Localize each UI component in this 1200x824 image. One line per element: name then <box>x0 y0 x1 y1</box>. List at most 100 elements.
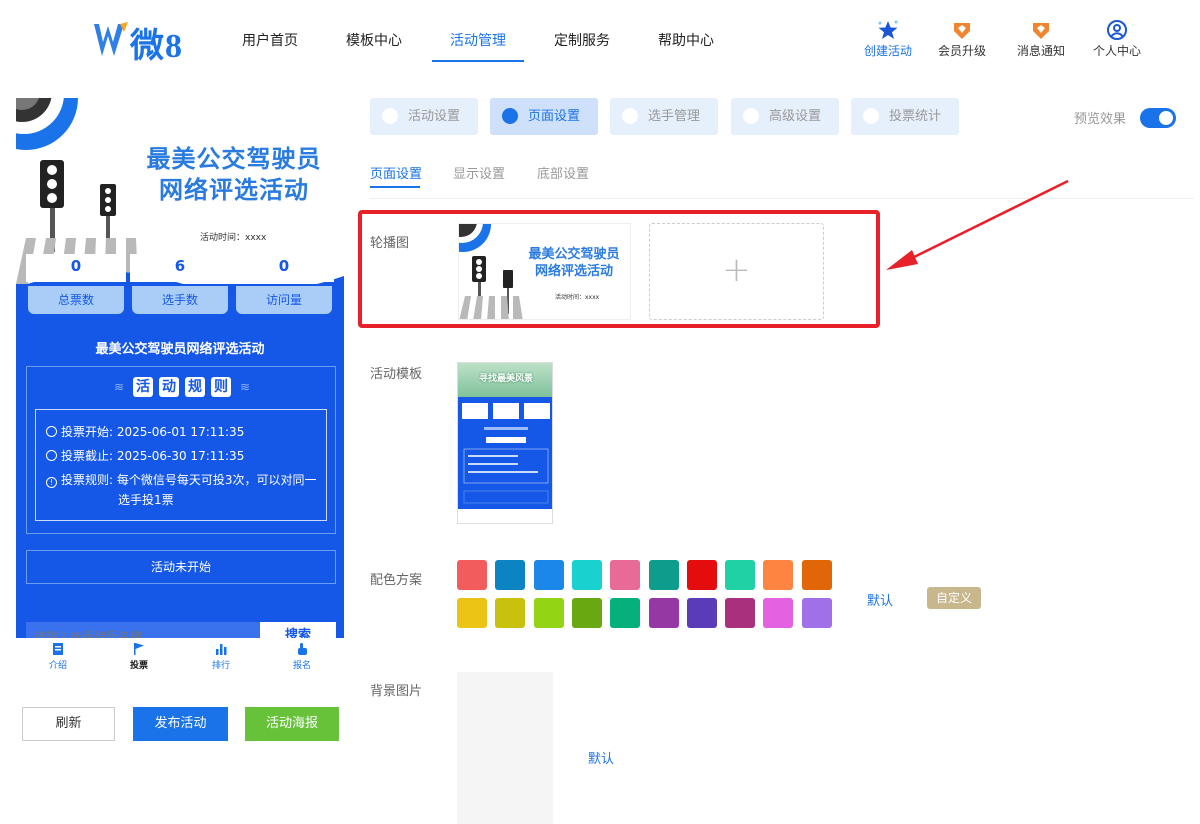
activity-settings-icon <box>382 108 398 124</box>
member-upgrade-button[interactable]: 会员升级 <box>932 20 992 64</box>
color-swatch[interactable] <box>725 560 756 590</box>
color-swatch[interactable] <box>686 598 717 628</box>
nav-custom-service[interactable]: 定制服务 <box>554 30 610 50</box>
color-swatch[interactable] <box>533 560 564 590</box>
banner-title: 最美公交驾驶员 网络评选活动 <box>134 144 334 206</box>
color-swatch[interactable] <box>457 598 487 628</box>
advanced-settings-icon <box>743 108 759 124</box>
subtab-footer-settings[interactable]: 底部设置 <box>537 163 589 182</box>
color-swatch[interactable] <box>495 598 526 628</box>
tab-contestant-management[interactable]: 选手管理 <box>610 98 718 135</box>
document-icon <box>53 643 63 655</box>
status-text: 活动未开始 <box>150 560 211 574</box>
hand-pointer-icon <box>298 643 307 655</box>
carousel-thumbnail[interactable]: 最美公交驾驶员 网络评选活动 活动时间：xxxx <box>458 223 631 320</box>
tab-page-settings-label: 页面设置 <box>528 109 581 124</box>
background-default-link[interactable]: 默认 <box>588 748 614 767</box>
rule-start-label: 投票开始: <box>61 425 114 439</box>
rules-panel: ≋ 活 动 规 则 ≋ 投票开始: 2025-06-01 17:11:35 投票… <box>26 366 336 534</box>
tab-intro-label: 介绍 <box>48 661 67 671</box>
stat-total-votes-value: 0 <box>26 254 126 282</box>
color-swatch[interactable] <box>495 560 526 590</box>
add-carousel-image-button[interactable]: + <box>649 223 824 320</box>
subtab-active-underline <box>370 186 420 188</box>
banner-time: 活动时间：xxxx <box>200 233 267 243</box>
color-default-link[interactable]: 默认 <box>867 590 893 609</box>
tab-vote-statistics[interactable]: 投票统计 <box>851 98 959 135</box>
color-swatch[interactable] <box>610 598 641 628</box>
color-swatch[interactable] <box>571 598 602 628</box>
tab-vote[interactable]: 投票 <box>109 642 169 671</box>
color-custom-button[interactable]: 自定义 <box>927 587 981 609</box>
tab-page-settings[interactable]: 页面设置 <box>490 98 598 135</box>
rules-heading-char: 则 <box>211 377 231 397</box>
preview-tab-bar: 介绍 投票 排行 报名 <box>16 638 344 682</box>
template-thumb-title: 寻找最美风景 <box>478 374 533 384</box>
tab-advanced-settings[interactable]: 高级设置 <box>731 98 839 135</box>
tab-vote-label: 投票 <box>129 661 148 671</box>
color-swatch[interactable] <box>648 598 679 628</box>
page-settings-icon <box>502 108 518 124</box>
carousel-thumb-title-line2: 网络评选活动 <box>534 264 613 279</box>
nav-home[interactable]: 用户首页 <box>242 30 298 50</box>
tab-intro[interactable]: 介绍 <box>28 642 88 671</box>
color-swatch[interactable] <box>763 560 794 590</box>
nav-help[interactable]: 帮助中心 <box>658 30 714 50</box>
refresh-button[interactable]: 刷新 <box>22 707 115 741</box>
plus-icon: + <box>722 250 751 290</box>
create-activity-label: 创建活动 <box>863 44 912 58</box>
activity-poster-button[interactable]: 活动海报 <box>245 707 339 741</box>
publish-activity-button[interactable]: 发布活动 <box>133 707 228 741</box>
tab-signup-label: 报名 <box>292 661 311 671</box>
user-icon <box>1107 20 1127 40</box>
notifications-label: 消息通知 <box>1016 44 1065 58</box>
activity-title: 最美公交驾驶员网络评选活动 <box>95 342 265 357</box>
star-icon <box>878 20 898 39</box>
background-image-label: 背景图片 <box>370 684 423 699</box>
nav-activity-management[interactable]: 活动管理 <box>450 30 506 50</box>
template-thumbnail[interactable]: 寻找最美风景 <box>457 362 553 524</box>
subtab-divider <box>370 198 1194 199</box>
color-swatch[interactable] <box>763 598 794 628</box>
tab-signup[interactable]: 报名 <box>272 642 332 671</box>
color-swatch[interactable] <box>610 560 641 590</box>
tab-advanced-settings-label: 高级设置 <box>769 109 822 124</box>
mobile-preview: 最美公交驾驶员 网络评选活动 活动时间：xxxx 0 总票数 6 选手数 0 访… <box>16 98 344 646</box>
color-swatch[interactable] <box>571 560 602 590</box>
color-scheme-label: 配色方案 <box>370 573 423 588</box>
wave-right-icon: ≋ <box>240 380 251 394</box>
preview-toggle[interactable] <box>1140 108 1176 128</box>
background-image-box[interactable] <box>457 672 553 824</box>
create-activity-button[interactable]: 创建活动 <box>858 20 918 64</box>
rule-limits-value-line1: 每个微信号每天可投3次，可以对同一 <box>116 473 317 487</box>
color-swatch[interactable] <box>801 560 832 590</box>
vip-badge-icon <box>954 23 970 39</box>
color-swatch[interactable] <box>801 598 832 628</box>
top-header: 微8 用户首页 模板中心 活动管理 定制服务 帮助中心 创建活动 会员升级 消息… <box>0 0 1200 80</box>
color-swatch[interactable] <box>648 560 679 590</box>
rule-end-value: 2025-06-30 17:11:35 <box>116 449 245 463</box>
nav-templates[interactable]: 模板中心 <box>346 30 402 50</box>
logo[interactable]: 微8 <box>92 18 192 65</box>
rule-end-label: 投票截止: <box>61 449 114 463</box>
banner-title-line2: 网络评选活动 <box>159 176 309 204</box>
user-center-button[interactable]: 个人中心 <box>1087 20 1147 64</box>
preview-toggle-knob <box>1159 111 1173 125</box>
tab-activity-settings[interactable]: 活动设置 <box>370 98 478 135</box>
rules-heading-char: 动 <box>159 377 179 397</box>
notifications-button[interactable]: 消息通知 <box>1011 20 1071 64</box>
color-swatch[interactable] <box>686 560 717 590</box>
subtab-display-settings[interactable]: 显示设置 <box>453 163 505 182</box>
logo-text: 微8 <box>130 28 183 65</box>
arrow-shaft <box>903 179 1069 264</box>
color-swatch[interactable] <box>533 598 564 628</box>
stat-visits: 0 访问量 <box>234 248 334 318</box>
color-swatch[interactable] <box>457 560 487 590</box>
subtab-page-settings[interactable]: 页面设置 <box>370 163 422 182</box>
tab-ranking[interactable]: 排行 <box>191 642 251 671</box>
color-swatch[interactable] <box>725 598 756 628</box>
stat-total-votes: 0 总票数 <box>26 248 126 318</box>
flag-icon <box>134 643 144 655</box>
clock-icon <box>46 450 57 461</box>
rules-heading-char: 规 <box>185 377 205 397</box>
